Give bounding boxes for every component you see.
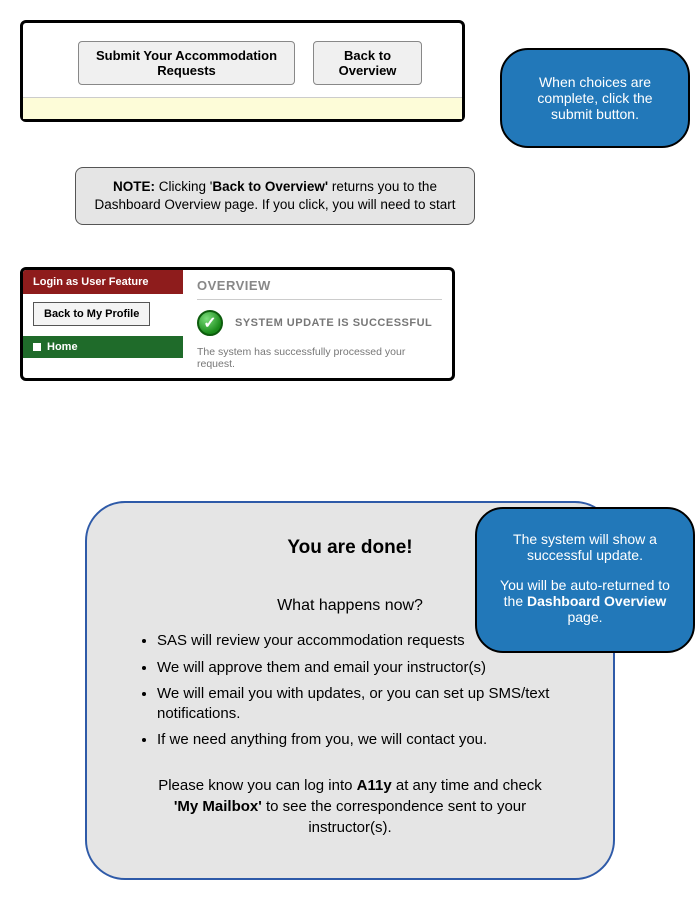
done-closing: Please know you can log into A11y at any… bbox=[131, 775, 569, 838]
note-back-overview: NOTE: Clicking 'Back to Overview' return… bbox=[75, 167, 475, 225]
sidebar-item-home[interactable]: Home bbox=[23, 336, 183, 358]
home-icon bbox=[33, 343, 41, 351]
submit-screenshot: Submit Your Accommodation Requests Back … bbox=[20, 20, 465, 122]
list-item: We will email you with updates, or you c… bbox=[157, 684, 569, 725]
note-mid1: Clicking ' bbox=[155, 179, 212, 194]
callout-update-line1: The system will show a successful update… bbox=[491, 531, 679, 563]
system-update-status: SYSTEM UPDATE IS SUCCESSFUL bbox=[235, 317, 432, 329]
callout2-bold: Dashboard Overview bbox=[527, 593, 666, 609]
overview-screenshot: Login as User Feature Back to My Profile… bbox=[20, 267, 455, 381]
closing-mid: at any time and check bbox=[392, 777, 542, 794]
callout-update-line2: You will be auto-returned to the Dashboa… bbox=[491, 577, 679, 625]
overview-sidebar: Login as User Feature Back to My Profile… bbox=[23, 270, 183, 378]
success-check-icon: ✓ bbox=[197, 310, 223, 336]
closing-b1: A11y bbox=[357, 777, 392, 794]
callout-submit-text: When choices are complete, click the sub… bbox=[537, 74, 652, 122]
note-bold1: Back to Overview' bbox=[212, 179, 328, 194]
closing-pre: Please know you can log into bbox=[158, 777, 356, 794]
closing-post: to see the correspondence sent to your i… bbox=[262, 798, 526, 836]
callout-submit: When choices are complete, click the sub… bbox=[500, 48, 690, 148]
login-feature-bar: Login as User Feature bbox=[23, 270, 183, 294]
closing-b2: 'My Mailbox' bbox=[174, 798, 262, 815]
screenshot-footer-strip bbox=[23, 97, 462, 119]
overview-title: OVERVIEW bbox=[197, 274, 442, 300]
back-profile-button[interactable]: Back to My Profile bbox=[33, 302, 150, 326]
overview-main: OVERVIEW ✓ SYSTEM UPDATE IS SUCCESSFUL T… bbox=[183, 270, 452, 378]
callout2-post: page. bbox=[567, 609, 602, 625]
submit-accommodation-button[interactable]: Submit Your Accommodation Requests bbox=[78, 41, 295, 85]
home-label: Home bbox=[47, 341, 78, 353]
system-update-subtext: The system has successfully processed yo… bbox=[197, 340, 442, 370]
callout-update: The system will show a successful update… bbox=[475, 507, 695, 653]
back-overview-button[interactable]: Back to Overview bbox=[313, 41, 422, 85]
list-item: We will approve them and email your inst… bbox=[157, 658, 569, 678]
note-prefix: NOTE: bbox=[113, 179, 155, 194]
list-item: If we need anything from you, we will co… bbox=[157, 730, 569, 750]
